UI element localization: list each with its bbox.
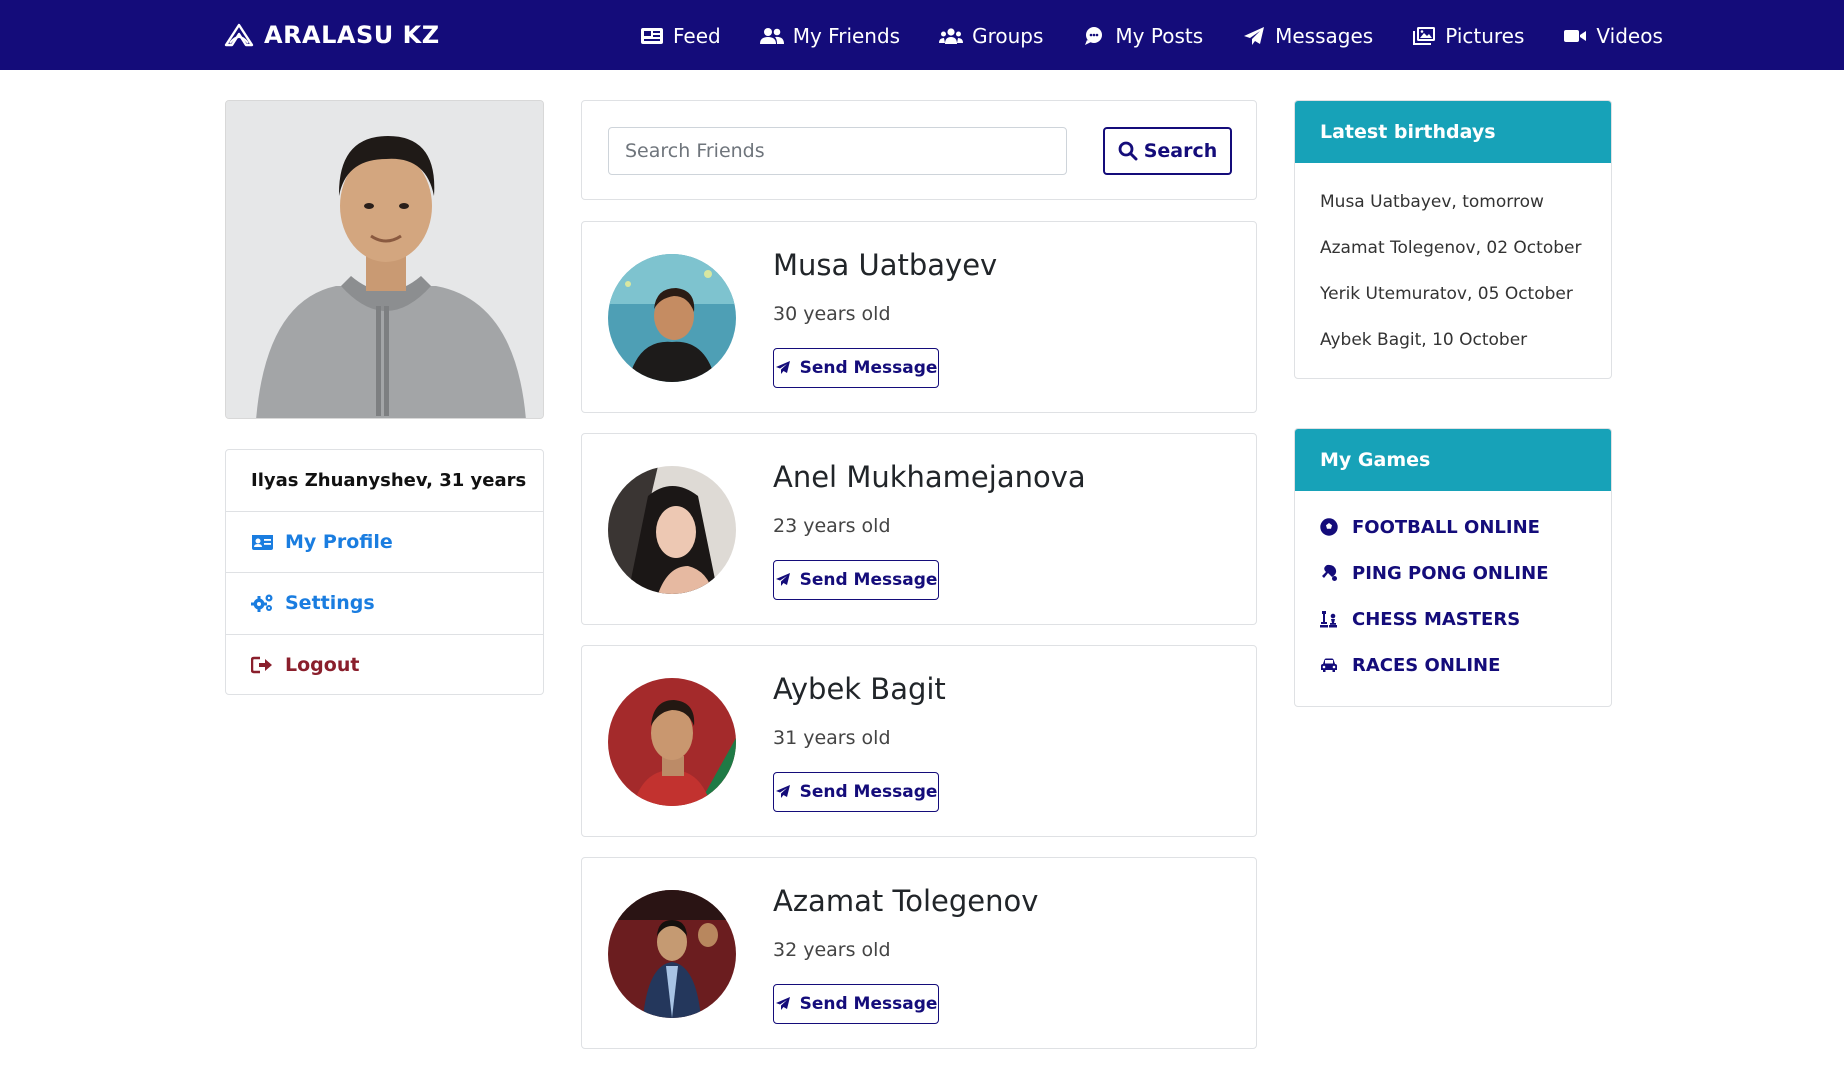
table-tennis-icon [1322,564,1337,581]
top-navbar: ARALASU KZ Feed My Friends Groups My Pos… [0,0,1844,70]
nav-item-feed[interactable]: Feed [640,24,721,48]
nav-item-messages[interactable]: Messages [1242,24,1373,48]
nav-label: Messages [1275,24,1374,48]
birthdays-title: Latest birthdays [1295,101,1611,163]
paper-plane-icon [775,997,790,1010]
nav-label: Groups [972,24,1044,48]
games-list: FOOTBALL ONLINE PING PONG ONLINE CHESS M… [1295,491,1611,688]
profile-photo-image [226,101,543,418]
users-icon [939,28,964,44]
friend-avatar[interactable] [608,466,736,594]
send-message-button[interactable]: Send Message [773,348,939,388]
friend-card: Azamat Tolegenov 32 years old Send Messa… [581,857,1257,1049]
birthdays-card: Latest birthdays Musa Uatbayev, tomorrow… [1294,100,1612,379]
friend-avatar[interactable] [608,678,736,806]
profile-name-row: Ilyas Zhuanyshev, 31 years [226,450,543,512]
chess-icon [1320,611,1337,628]
send-message-label: Send Message [799,782,938,802]
main-nav: Feed My Friends Groups My Posts Messages… [640,20,1663,52]
paper-plane-icon [775,785,790,798]
newspaper-icon [641,28,663,44]
car-icon [1321,658,1337,672]
sign-out-icon [251,657,272,674]
nav-label: Pictures [1445,24,1525,48]
paper-plane-icon [1244,27,1265,45]
friend-card: Anel Mukhamejanova 23 years old Send Mes… [581,433,1257,625]
friend-name[interactable]: Aybek Bagit [773,672,946,706]
birthday-item: Yerik Utemuratov, 05 October [1320,284,1573,304]
friend-age: 31 years old [773,727,891,749]
game-item-races[interactable]: RACES ONLINE [1295,642,1611,688]
friend-name[interactable]: Musa Uatbayev [773,248,997,282]
brand-logo[interactable]: ARALASU KZ [224,20,440,50]
paper-plane-icon [775,361,790,374]
friend-avatar-image [608,466,736,594]
send-message-label: Send Message [799,994,938,1014]
brand-icon [224,23,254,47]
birthdays-list: Musa Uatbayev, tomorrow Azamat Tolegenov… [1295,163,1611,363]
friend-avatar[interactable] [608,254,736,382]
games-card: My Games FOOTBALL ONLINE PING PONG ONLIN… [1294,428,1612,707]
game-item-chess[interactable]: CHESS MASTERS [1295,596,1611,642]
friend-age: 30 years old [773,303,891,325]
birthday-item: Musa Uatbayev, tomorrow [1320,192,1544,212]
search-icon [1118,141,1138,161]
birthday-item: Aybek Bagit, 10 October [1320,330,1528,350]
user-friends-icon [759,28,784,44]
video-icon [1564,30,1587,42]
send-message-button[interactable]: Send Message [773,772,939,812]
comment-icon [1085,27,1103,45]
games-title: My Games [1295,429,1611,491]
send-message-button[interactable]: Send Message [773,560,939,600]
futbol-icon [1320,518,1338,536]
game-label: PING PONG ONLINE [1352,562,1549,584]
search-button-label: Search [1143,140,1218,162]
friend-avatar-image [608,254,736,382]
friend-age: 32 years old [773,939,891,961]
profile-name: Ilyas Zhuanyshev, 31 years [251,469,527,491]
friend-card: Musa Uatbayev 30 years old Send Message [581,221,1257,413]
game-label: FOOTBALL ONLINE [1352,516,1540,538]
game-item-football[interactable]: FOOTBALL ONLINE [1295,504,1611,550]
logout-label: Logout [285,654,360,677]
send-message-label: Send Message [799,570,938,590]
brand-name: ARALASU KZ [264,21,440,49]
profile-photo[interactable] [225,100,544,419]
game-item-ping-pong[interactable]: PING PONG ONLINE [1295,550,1611,596]
search-button[interactable]: Search [1103,127,1232,175]
game-label: CHESS MASTERS [1352,608,1521,630]
settings-link[interactable]: Settings [226,573,543,635]
friend-name[interactable]: Anel Mukhamejanova [773,460,1086,494]
images-icon [1413,27,1436,45]
birthday-item: Azamat Tolegenov, 02 October [1320,238,1582,258]
friend-avatar-image [608,890,736,1018]
nav-label: Videos [1596,24,1663,48]
logout-link[interactable]: Logout [226,635,543,697]
friend-avatar[interactable] [608,890,736,1018]
cogs-icon [251,594,273,613]
friend-avatar-image [608,678,736,806]
nav-label: Feed [673,24,721,48]
send-message-label: Send Message [799,358,938,378]
friend-age: 23 years old [773,515,891,537]
friend-card: Aybek Bagit 31 years old Send Message [581,645,1257,837]
nav-item-pictures[interactable]: Pictures [1412,24,1524,48]
friend-name[interactable]: Azamat Tolegenov [773,884,1038,918]
send-message-button[interactable]: Send Message [773,984,939,1024]
profile-menu: Ilyas Zhuanyshev, 31 years My Profile Se… [225,449,544,695]
game-label: RACES ONLINE [1352,654,1501,676]
nav-label: My Friends [792,24,901,48]
settings-label: Settings [285,592,375,615]
my-profile-label: My Profile [285,530,393,553]
nav-label: My Posts [1115,24,1204,48]
my-profile-link[interactable]: My Profile [226,512,543,573]
id-card-icon [252,534,273,550]
nav-item-groups[interactable]: Groups [939,24,1043,48]
search-card: Search [581,100,1257,200]
nav-item-videos[interactable]: Videos [1563,24,1663,48]
search-input[interactable] [608,127,1067,175]
nav-item-my-friends[interactable]: My Friends [759,24,901,48]
nav-item-my-posts[interactable]: My Posts [1082,24,1203,48]
paper-plane-icon [775,573,790,586]
